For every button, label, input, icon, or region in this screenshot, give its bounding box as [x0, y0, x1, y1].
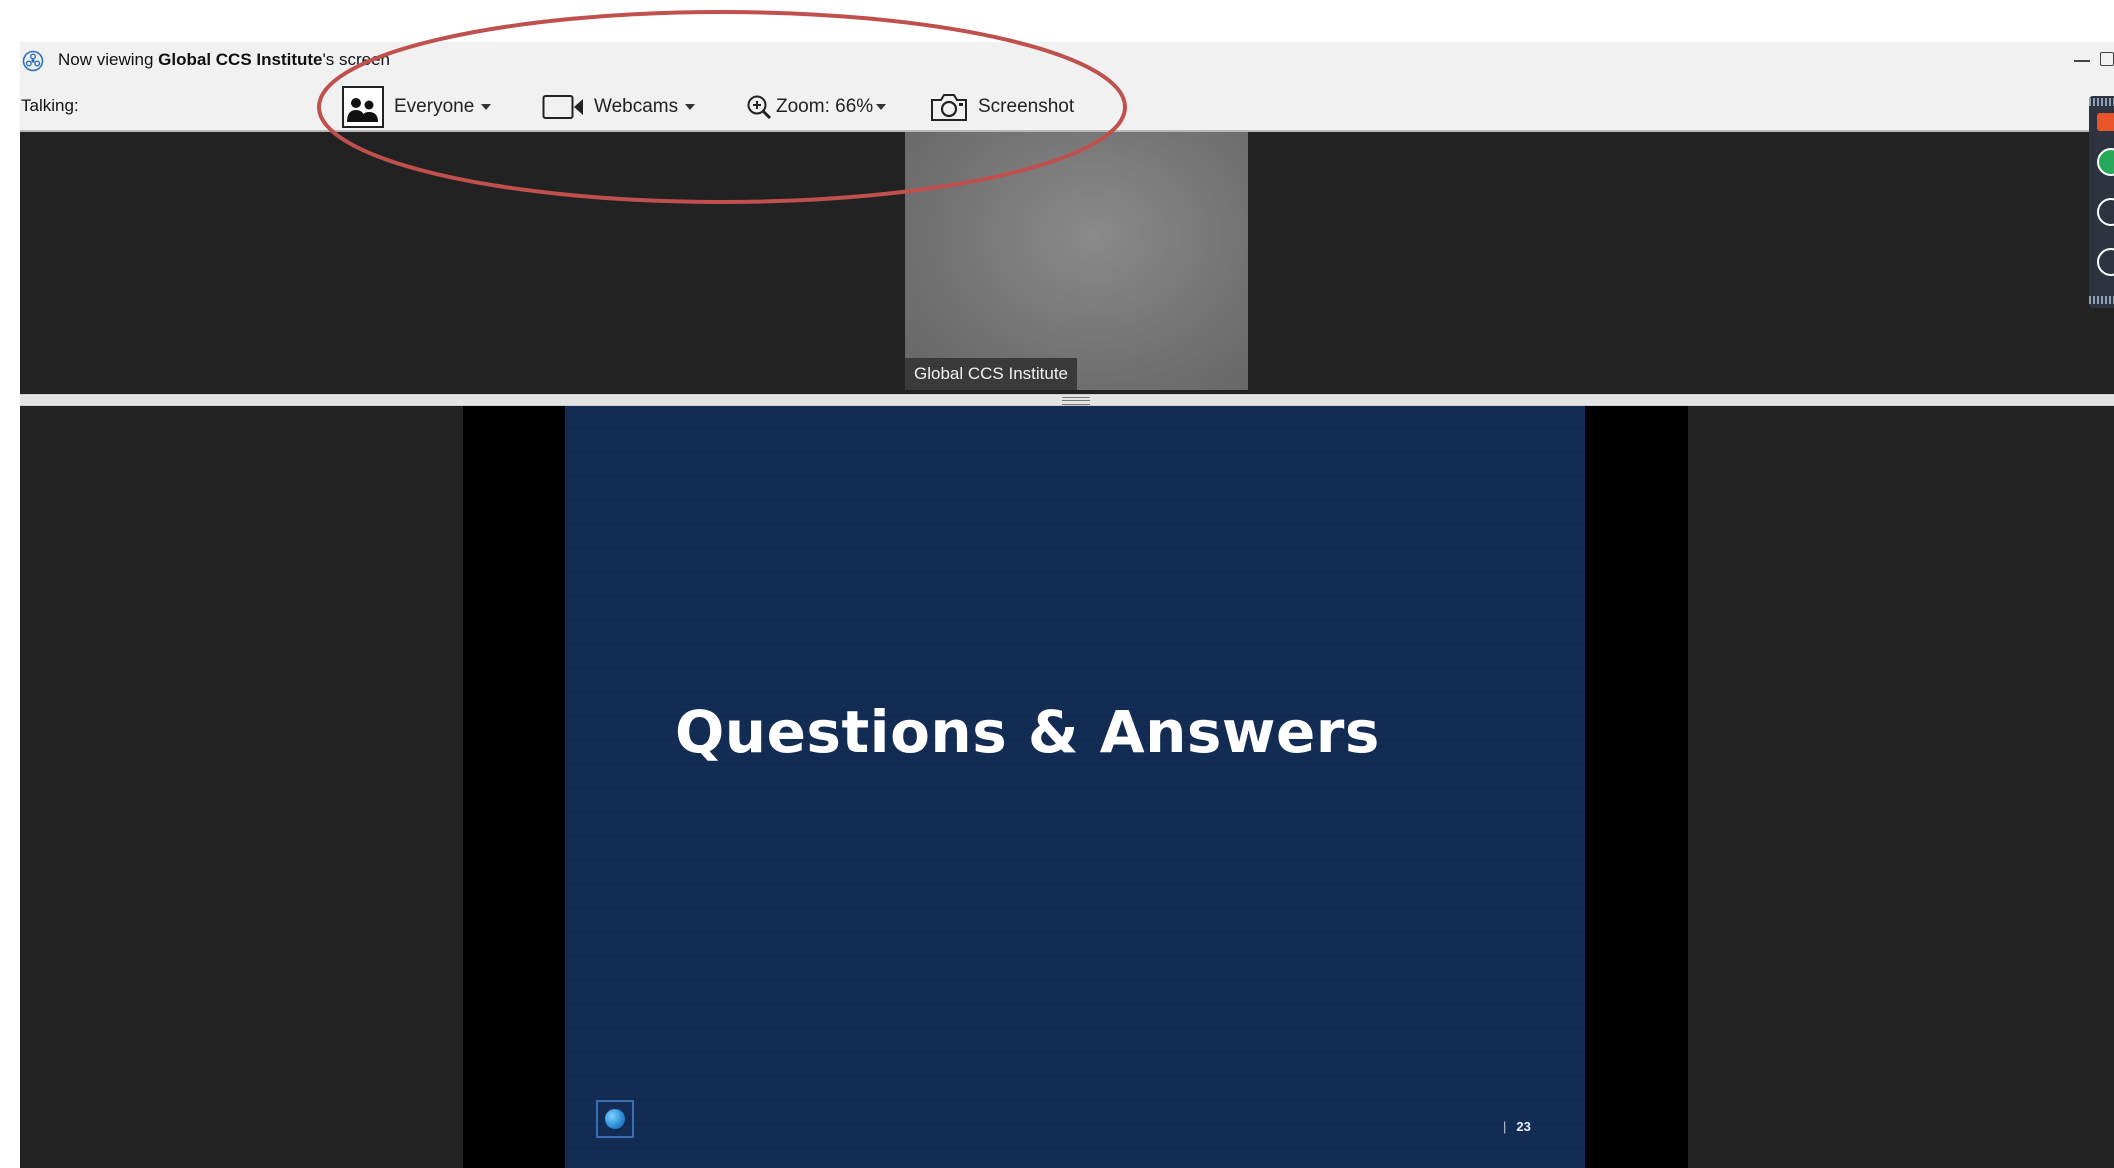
panel-splitter[interactable] [20, 394, 2114, 406]
app-logo-icon [22, 50, 44, 72]
screenshot-label: Screenshot [978, 96, 1075, 117]
talking-label: Talking: [21, 96, 79, 115]
title-bar: Now viewing Global CCS Institute's scree… [20, 42, 2114, 80]
hand-pointer-icon[interactable] [2097, 248, 2114, 276]
title-prefix: Now viewing [58, 50, 159, 69]
window-controls [2074, 50, 2114, 66]
panel-grip-top[interactable] [2089, 98, 2114, 106]
panel-grip-bottom[interactable] [2089, 296, 2114, 304]
presenter-name: Global CCS Institute [158, 50, 323, 69]
zoom-dropdown[interactable]: Zoom: 66% [746, 84, 887, 130]
minimize-button[interactable] [2074, 50, 2090, 62]
viewer-window: Now viewing Global CCS Institute's scree… [20, 42, 2114, 1168]
chevron-down-icon [481, 104, 492, 110]
webcam-panel: Global CCS Institute [20, 132, 2114, 394]
splitter-grip-icon[interactable] [1062, 397, 1090, 405]
camera-icon [931, 94, 967, 121]
screenshot-button[interactable]: Screenshot [930, 84, 1074, 130]
screen-share-panel: Questions & Answers | 23 [20, 406, 2114, 1168]
page-separator: | [1503, 1119, 1507, 1134]
zoom-label: Zoom: 66% [776, 96, 874, 117]
slide-logo-icon [596, 1100, 634, 1138]
webcams-dropdown[interactable]: Webcams [542, 84, 696, 130]
slide-page-number: | 23 [1503, 1119, 1531, 1134]
viewer-toolbar: Talking: Everyone Webcams Zoom: 66% Scre… [20, 84, 2114, 130]
page-number-value: 23 [1516, 1119, 1531, 1134]
webcam-icon [542, 95, 583, 119]
title-suffix: 's screen [322, 50, 391, 69]
presentation-slide: Questions & Answers | 23 [565, 406, 1585, 1168]
chevron-down-icon [685, 104, 696, 110]
chevron-down-icon [876, 104, 887, 110]
webcam-name-label: Global CCS Institute [905, 358, 1078, 390]
zoom-in-icon [747, 95, 772, 120]
webcam-video-tile[interactable]: Global CCS Institute [905, 132, 1248, 390]
webcams-label: Webcams [594, 96, 679, 117]
maximize-button[interactable] [2100, 52, 2114, 66]
window-title: Now viewing Global CCS Institute's scree… [58, 50, 390, 70]
floating-side-panel [2089, 96, 2114, 308]
arrow-left-icon[interactable] [2097, 113, 2114, 131]
slide-title: Questions & Answers [675, 698, 1380, 766]
audience-label: Everyone [394, 96, 475, 117]
document-icon[interactable] [2097, 198, 2114, 226]
people-icon [342, 86, 384, 128]
audience-dropdown[interactable]: Everyone [342, 84, 492, 130]
check-icon[interactable] [2097, 148, 2114, 176]
